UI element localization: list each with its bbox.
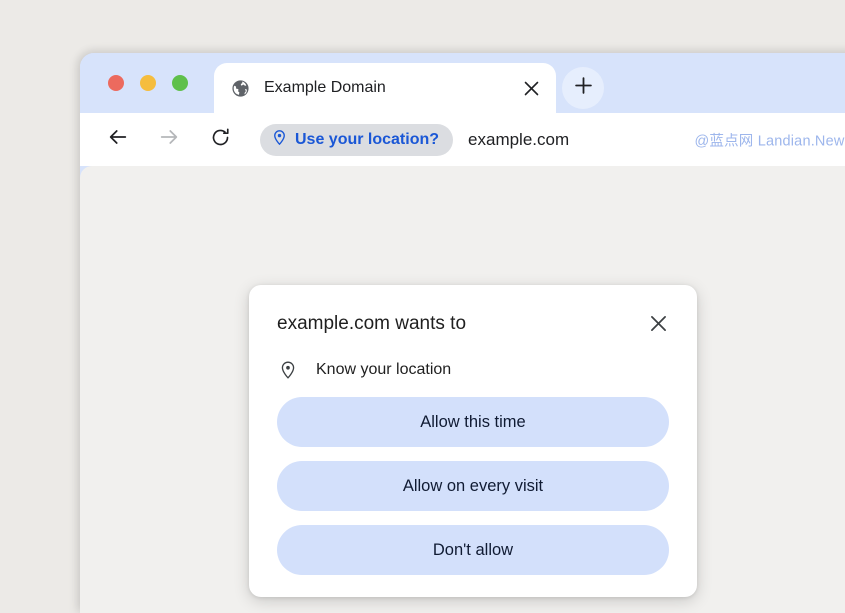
dialog-title: example.com wants to bbox=[277, 313, 467, 334]
window-close-button[interactable] bbox=[108, 75, 124, 91]
allow-every-visit-button[interactable]: Allow on every visit bbox=[277, 461, 669, 511]
tab-strip: Example Domain bbox=[80, 53, 845, 113]
arrow-right-icon bbox=[158, 126, 180, 153]
permission-item: Know your location bbox=[277, 359, 669, 381]
dont-allow-button[interactable]: Don't allow bbox=[277, 525, 669, 575]
globe-icon bbox=[230, 78, 250, 98]
window-zoom-button[interactable] bbox=[172, 75, 188, 91]
watermark-text: @蓝点网 Landian.News bbox=[694, 133, 845, 149]
reload-icon bbox=[210, 127, 231, 153]
permission-label: Know your location bbox=[316, 361, 452, 378]
back-button[interactable] bbox=[100, 122, 136, 158]
location-pin-icon bbox=[271, 129, 288, 151]
dialog-actions: Allow this time Allow on every visit Don… bbox=[277, 397, 669, 575]
location-pin-icon bbox=[277, 359, 299, 381]
arrow-left-icon bbox=[107, 126, 129, 153]
dialog-header: example.com wants to bbox=[277, 311, 669, 341]
location-permission-dialog: example.com wants to Know your location … bbox=[249, 285, 697, 597]
browser-window: Example Domain Use your location? exampl… bbox=[80, 53, 845, 613]
page-viewport: example.com wants to Know your location … bbox=[80, 166, 845, 613]
forward-button[interactable] bbox=[151, 122, 187, 158]
allow-this-time-button[interactable]: Allow this time bbox=[277, 397, 669, 447]
location-permission-chip[interactable]: Use your location? bbox=[260, 123, 454, 156]
browser-tab[interactable]: Example Domain bbox=[214, 63, 556, 113]
browser-toolbar: Use your location? example.com @蓝点网 Land… bbox=[80, 113, 845, 166]
location-chip-label: Use your location? bbox=[295, 130, 440, 148]
new-tab-button[interactable] bbox=[562, 67, 604, 109]
omnibox[interactable]: Use your location? example.com @蓝点网 Land… bbox=[260, 123, 845, 156]
window-controls bbox=[108, 75, 188, 91]
screenshot-stage: Example Domain Use your location? exampl… bbox=[0, 0, 845, 613]
dialog-close-button[interactable] bbox=[643, 311, 673, 341]
window-minimize-button[interactable] bbox=[140, 75, 156, 91]
tab-title: Example Domain bbox=[264, 79, 386, 96]
reload-button[interactable] bbox=[202, 122, 238, 158]
omnibox-url-text: example.com bbox=[468, 129, 570, 149]
plus-icon bbox=[574, 76, 593, 100]
tab-close-icon[interactable] bbox=[514, 71, 548, 105]
close-icon bbox=[650, 315, 667, 337]
